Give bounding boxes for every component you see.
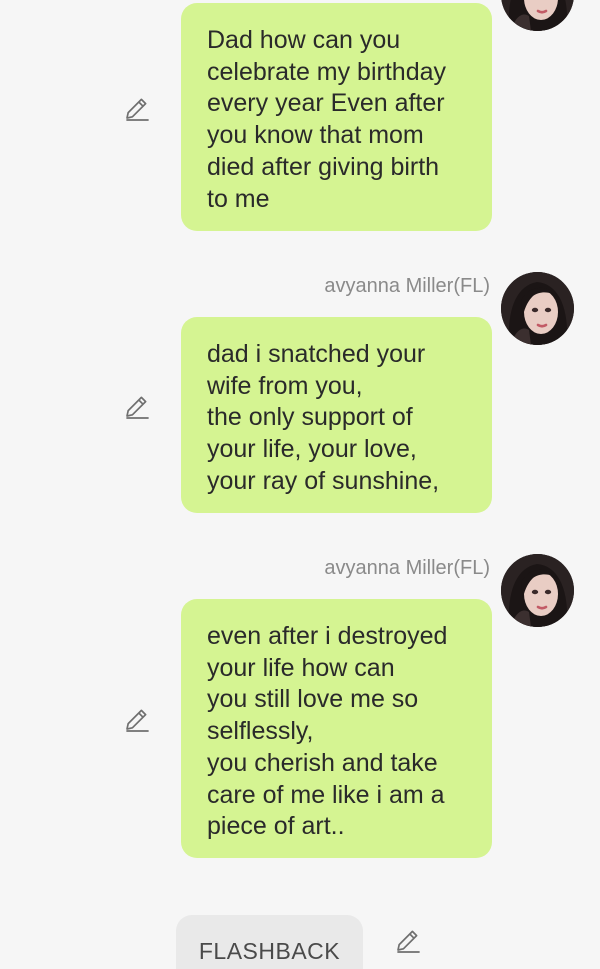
avatar[interactable] xyxy=(501,554,574,627)
chat-screen: Dad how can you celebrate my birthday ev… xyxy=(0,0,600,969)
edit-icon[interactable] xyxy=(124,394,150,420)
message-text: even after i destroyed your life how can… xyxy=(207,622,448,841)
message-bubble[interactable]: Dad how can you celebrate my birthday ev… xyxy=(181,3,492,231)
character-avatar-icon xyxy=(501,0,574,31)
message-text: Dad how can you celebrate my birthday ev… xyxy=(207,26,447,213)
sender-name: avyanna Miller(FL) xyxy=(324,275,490,297)
edit-icon[interactable] xyxy=(124,96,150,122)
character-avatar-icon xyxy=(501,272,574,345)
character-avatar-icon xyxy=(501,554,574,627)
avatar[interactable] xyxy=(501,0,574,31)
avatar[interactable] xyxy=(501,272,574,345)
flashback-label: FLASHBACK xyxy=(198,937,341,964)
message-bubble[interactable]: dad i snatched your wife from you, the o… xyxy=(181,317,492,513)
sender-name: avyanna Miller(FL) xyxy=(324,557,490,579)
edit-icon[interactable] xyxy=(395,928,421,954)
pencil-edit-icon xyxy=(124,96,150,122)
edit-icon[interactable] xyxy=(124,707,150,733)
message-text: dad i snatched your wife from you, the o… xyxy=(207,340,440,495)
flashback-button[interactable]: FLASHBACK xyxy=(176,915,363,969)
pencil-edit-icon xyxy=(395,928,421,954)
message-bubble[interactable]: even after i destroyed your life how can… xyxy=(181,599,492,858)
pencil-edit-icon xyxy=(124,707,150,733)
pencil-edit-icon xyxy=(124,394,150,420)
